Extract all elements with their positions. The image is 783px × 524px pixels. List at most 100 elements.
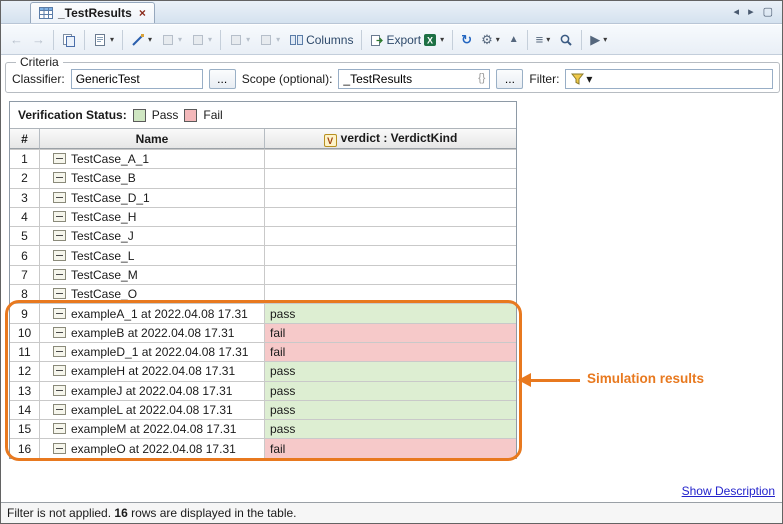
- row-verdict-cell[interactable]: [265, 207, 516, 226]
- settings-button[interactable]: ⚙▾: [477, 28, 504, 52]
- row-number-cell[interactable]: 5: [10, 226, 40, 245]
- row-name-cell[interactable]: exampleJ at 2022.04.08 17.31: [40, 381, 265, 400]
- row-verdict-cell[interactable]: pass: [265, 361, 516, 380]
- row-name-cell[interactable]: exampleM at 2022.04.08 17.31: [40, 419, 265, 438]
- row-name-cell[interactable]: exampleO at 2022.04.08 17.31: [40, 438, 265, 457]
- columns-button[interactable]: Columns: [285, 28, 357, 52]
- row-name-cell[interactable]: exampleD_1 at 2022.04.08 17.31: [40, 342, 265, 361]
- row-number-cell[interactable]: 2: [10, 168, 40, 187]
- row-name-cell[interactable]: TestCase_J: [40, 226, 265, 245]
- filter-field[interactable]: ▾: [565, 69, 773, 89]
- row-verdict-cell[interactable]: [265, 265, 516, 284]
- row-verdict-cell[interactable]: fail: [265, 342, 516, 361]
- row-number-cell[interactable]: 13: [10, 381, 40, 400]
- row-verdict-cell[interactable]: pass: [265, 419, 516, 438]
- copy-button[interactable]: [58, 28, 80, 52]
- table-row[interactable]: 14exampleL at 2022.04.08 17.31pass: [10, 400, 516, 419]
- row-number-cell[interactable]: 14: [10, 400, 40, 419]
- tab-testresults[interactable]: _TestResults ×: [30, 2, 155, 23]
- row-number-cell[interactable]: 7: [10, 265, 40, 284]
- row-name-cell[interactable]: TestCase_M: [40, 265, 265, 284]
- view-mode-button[interactable]: ≡▾: [532, 28, 555, 52]
- paste-rows-button[interactable]: ▾: [187, 28, 216, 52]
- row-verdict-cell[interactable]: pass: [265, 303, 516, 322]
- next-tab-icon[interactable]: ▸: [748, 5, 754, 18]
- row-name-cell[interactable]: TestCase_O: [40, 284, 265, 303]
- table-row[interactable]: 8TestCase_O: [10, 284, 516, 303]
- table-row[interactable]: 11exampleD_1 at 2022.04.08 17.31fail: [10, 342, 516, 361]
- table-row[interactable]: 1TestCase_A_1: [10, 149, 516, 168]
- table-row[interactable]: 13exampleJ at 2022.04.08 17.31pass: [10, 381, 516, 400]
- table-row[interactable]: 5TestCase_J: [10, 226, 516, 245]
- row-number-cell[interactable]: 9: [10, 303, 40, 322]
- row-name-cell[interactable]: exampleL at 2022.04.08 17.31: [40, 400, 265, 419]
- row-number-cell[interactable]: 1: [10, 149, 40, 168]
- row-verdict-cell[interactable]: pass: [265, 400, 516, 419]
- table-row[interactable]: 6TestCase_L: [10, 245, 516, 264]
- row-name-cell[interactable]: TestCase_D_1: [40, 188, 265, 207]
- row-verdict-cell[interactable]: [265, 168, 516, 187]
- table-row[interactable]: 4TestCase_H: [10, 207, 516, 226]
- copy-rows-button[interactable]: ▾: [157, 28, 186, 52]
- row-verdict-cell[interactable]: [265, 226, 516, 245]
- line-style-button[interactable]: ▾: [127, 28, 156, 52]
- row-verdict-cell[interactable]: fail: [265, 438, 516, 457]
- forward-button[interactable]: →: [28, 28, 49, 52]
- back-button[interactable]: ←: [6, 28, 27, 52]
- maximize-icon[interactable]: ▢: [763, 5, 773, 18]
- refresh-button[interactable]: ↻: [457, 28, 476, 52]
- row-number-cell[interactable]: 3: [10, 188, 40, 207]
- excel-icon: X: [423, 33, 437, 47]
- row-verdict-cell[interactable]: [265, 188, 516, 207]
- row-name-label: TestCase_B: [71, 171, 136, 185]
- table-row[interactable]: 2 TestCase_B: [10, 168, 516, 187]
- tab-close-icon[interactable]: ×: [139, 6, 146, 20]
- row-number-cell[interactable]: 4: [10, 207, 40, 226]
- table-row[interactable]: 16exampleO at 2022.04.08 17.31fail: [10, 438, 516, 457]
- export-button[interactable]: ExportX▾: [366, 28, 448, 52]
- collapse-button[interactable]: ▲: [505, 28, 523, 52]
- column-header-verdict[interactable]: Vverdict : VerdictKind: [265, 129, 516, 149]
- column-header-name[interactable]: Name: [40, 129, 265, 149]
- prev-tab-icon[interactable]: ◂: [734, 5, 740, 18]
- table-row[interactable]: 7TestCase_M: [10, 265, 516, 284]
- scope-browse-button[interactable]: ...: [496, 69, 523, 89]
- search-button[interactable]: [555, 28, 577, 52]
- add-row-button[interactable]: ▾: [225, 28, 254, 52]
- column-header-number[interactable]: #: [10, 129, 40, 149]
- row-name-cell[interactable]: TestCase_A_1: [40, 149, 265, 168]
- run-button[interactable]: ▶▾: [586, 28, 611, 52]
- classifier-browse-button[interactable]: ...: [209, 69, 236, 89]
- row-verdict-cell[interactable]: [265, 245, 516, 264]
- show-description-link[interactable]: Show Description: [682, 484, 775, 498]
- row-number-cell[interactable]: 12: [10, 361, 40, 380]
- table-header-row: # Name Vverdict : VerdictKind: [10, 129, 516, 149]
- row-number-cell[interactable]: 15: [10, 419, 40, 438]
- table-row[interactable]: 12exampleH at 2022.04.08 17.31pass: [10, 361, 516, 380]
- row-verdict-cell[interactable]: [265, 284, 516, 303]
- row-name-cell[interactable]: TestCase_B: [40, 168, 265, 187]
- row-number-cell[interactable]: 10: [10, 323, 40, 342]
- table-row[interactable]: 3TestCase_D_1: [10, 188, 516, 207]
- row-name-cell[interactable]: exampleH at 2022.04.08 17.31: [40, 361, 265, 380]
- row-verdict-cell[interactable]: fail: [265, 323, 516, 342]
- row-verdict-cell[interactable]: pass: [265, 381, 516, 400]
- row-number-cell[interactable]: 16: [10, 438, 40, 457]
- row-name-cell[interactable]: exampleA_1 at 2022.04.08 17.31: [40, 303, 265, 322]
- row-name-cell[interactable]: exampleB at 2022.04.08 17.31: [40, 323, 265, 342]
- row-number-cell[interactable]: 11: [10, 342, 40, 361]
- row-name-cell[interactable]: TestCase_L: [40, 245, 265, 264]
- status-bar: Filter is not applied. 16 rows are displ…: [1, 502, 782, 523]
- table-row[interactable]: 10exampleB at 2022.04.08 17.31fail: [10, 323, 516, 342]
- pass-swatch: [133, 109, 146, 122]
- table-row[interactable]: 15exampleM at 2022.04.08 17.31pass: [10, 419, 516, 438]
- remove-row-button[interactable]: ▾: [255, 28, 284, 52]
- scope-input[interactable]: [338, 69, 490, 89]
- row-number-cell[interactable]: 8: [10, 284, 40, 303]
- table-row[interactable]: 9exampleA_1 at 2022.04.08 17.31pass: [10, 303, 516, 322]
- row-verdict-cell[interactable]: [265, 149, 516, 168]
- row-number-cell[interactable]: 6: [10, 245, 40, 264]
- row-name-cell[interactable]: TestCase_H: [40, 207, 265, 226]
- classifier-input[interactable]: [71, 69, 203, 89]
- report-button[interactable]: ▾: [89, 28, 118, 52]
